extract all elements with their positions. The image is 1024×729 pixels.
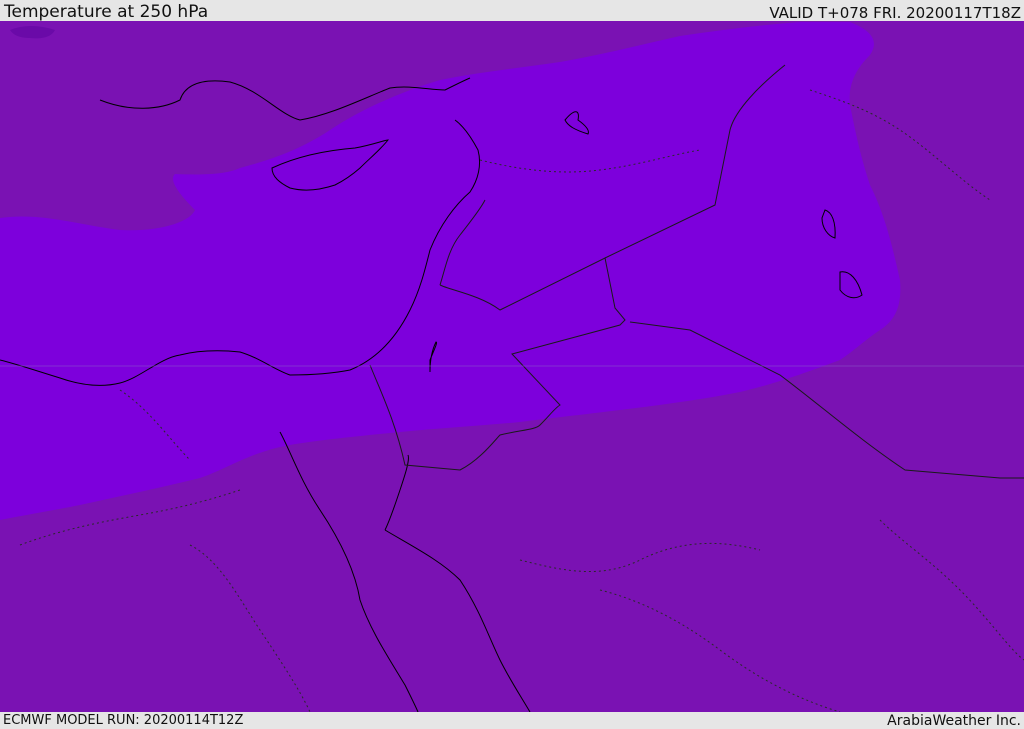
credit-label: ArabiaWeather Inc. [887, 713, 1021, 729]
weather-map[interactable] [0, 21, 1024, 712]
footer-bar: ECMWF MODEL RUN: 20200114T12Z ArabiaWeat… [0, 712, 1024, 729]
map-canvas [0, 21, 1024, 712]
header-bar: Temperature at 250 hPa VALID T+078 FRI. … [0, 0, 1024, 21]
map-title: Temperature at 250 hPa [4, 2, 209, 22]
valid-time: VALID T+078 FRI. 20200117T18Z [769, 4, 1021, 22]
model-run-label: ECMWF MODEL RUN: 20200114T12Z [3, 713, 244, 728]
